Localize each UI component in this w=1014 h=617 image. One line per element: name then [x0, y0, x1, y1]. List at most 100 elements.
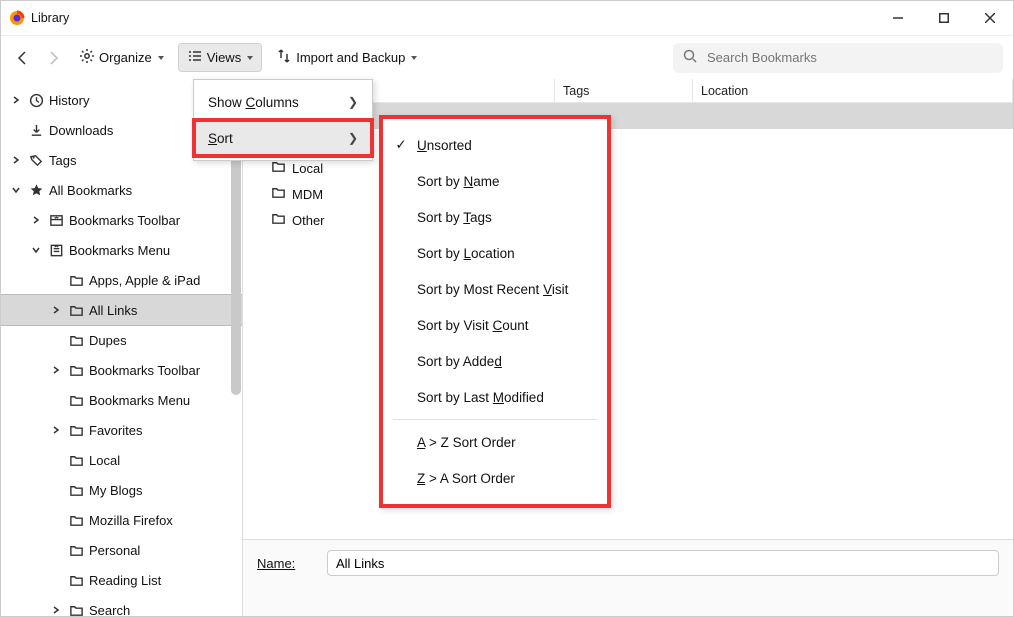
menu-show-columns[interactable]: Show Columns ❯: [194, 84, 372, 120]
chevron-right-icon[interactable]: [29, 215, 43, 225]
chevron-right-icon[interactable]: [49, 605, 63, 615]
sidebar-item[interactable]: Local: [1, 445, 242, 475]
maximize-button[interactable]: [921, 1, 967, 35]
sidebar-item[interactable]: Bookmarks Toolbar: [1, 355, 242, 385]
download-icon: [27, 123, 45, 138]
folder-icon: [67, 423, 85, 438]
sidebar-item[interactable]: Reading List: [1, 565, 242, 595]
caret-icon: [247, 56, 253, 60]
sidebar-item[interactable]: Favorites: [1, 415, 242, 445]
views-label: Views: [207, 50, 241, 65]
folder-icon: [271, 159, 286, 177]
sidebar-item[interactable]: Search: [1, 595, 242, 616]
sidebar-item[interactable]: All Bookmarks: [1, 175, 242, 205]
sort-unsorted[interactable]: ✓ Unsorted: [383, 127, 607, 163]
import-export-icon: [276, 48, 292, 67]
chevron-right-icon[interactable]: [49, 365, 63, 375]
sidebar-item-label: Apps, Apple & iPad: [89, 273, 200, 288]
search-icon: [683, 49, 697, 66]
title-left: Library: [9, 10, 69, 26]
details-name-input[interactable]: [327, 550, 999, 576]
sort-by-visit-count[interactable]: Sort by Visit Count: [383, 307, 607, 343]
sidebar-item-label: Reading List: [89, 573, 161, 588]
column-tags[interactable]: Tags: [555, 79, 693, 102]
sidebar-item[interactable]: Apps, Apple & iPad: [1, 265, 242, 295]
views-menu[interactable]: Show Columns ❯ Sort ❯: [193, 79, 373, 161]
search-input[interactable]: [705, 49, 993, 66]
chevron-right-icon[interactable]: [49, 305, 63, 315]
caret-icon: [158, 56, 164, 60]
window-controls: [875, 1, 1013, 35]
folder-icon: [67, 543, 85, 558]
chevron-right-icon[interactable]: [9, 95, 23, 105]
sort-by-location[interactable]: Sort by Location: [383, 235, 607, 271]
list-row-label: MDM: [292, 187, 323, 202]
sidebar-item-label: Bookmarks Toolbar: [89, 363, 200, 378]
sort-za[interactable]: Z > A Sort Order: [383, 460, 607, 496]
sidebar-item[interactable]: My Blogs: [1, 475, 242, 505]
sidebar-item-label: Bookmarks Toolbar: [69, 213, 180, 228]
menu-sort[interactable]: Sort ❯: [194, 120, 372, 156]
list-icon: [187, 48, 203, 67]
sidebar-item[interactable]: Mozilla Firefox: [1, 505, 242, 535]
sort-submenu[interactable]: ✓ Unsorted Sort by Name Sort by Tags Sor…: [379, 115, 611, 508]
folder-icon: [67, 273, 85, 288]
sort-by-added[interactable]: Sort by Added: [383, 343, 607, 379]
sidebar-item[interactable]: Bookmarks Menu: [1, 235, 242, 265]
search-box[interactable]: [673, 43, 1003, 73]
sidebar-item[interactable]: Dupes: [1, 325, 242, 355]
chevron-right-icon[interactable]: [9, 155, 23, 165]
sidebar-item[interactable]: Personal: [1, 535, 242, 565]
window-title: Library: [31, 11, 69, 25]
sort-by-recent-visit[interactable]: Sort by Most Recent Visit: [383, 271, 607, 307]
menu-separator: [393, 419, 597, 420]
import-backup-dropdown[interactable]: Import and Backup: [268, 44, 425, 71]
back-button[interactable]: [11, 46, 35, 70]
list-row-label: Local: [292, 161, 323, 176]
chevron-right-icon[interactable]: [49, 425, 63, 435]
folder-icon: [67, 333, 85, 348]
organize-dropdown[interactable]: Organize: [71, 44, 172, 71]
library-window: Library Organize Views: [0, 0, 1014, 617]
column-location[interactable]: Location: [693, 79, 1013, 102]
sort-az[interactable]: A > Z Sort Order: [383, 424, 607, 460]
sort-by-name[interactable]: Sort by Name: [383, 163, 607, 199]
folder-icon: [67, 393, 85, 408]
folder-icon: [67, 303, 85, 318]
list-row[interactable]: Other: [243, 207, 1013, 233]
firefox-icon: [9, 10, 25, 26]
list-row-label: Other: [292, 213, 325, 228]
chevron-down-icon[interactable]: [29, 245, 43, 255]
chevron-right-icon: ❯: [348, 95, 358, 109]
forward-button[interactable]: [41, 46, 65, 70]
sidebar-item-label: Mozilla Firefox: [89, 513, 173, 528]
chevron-down-icon[interactable]: [9, 185, 23, 195]
sidebar-item-label: My Blogs: [89, 483, 142, 498]
organize-label: Organize: [99, 50, 152, 65]
sort-by-tags[interactable]: Sort by Tags: [383, 199, 607, 235]
clock-icon: [27, 93, 45, 108]
sidebar-item-label: Personal: [89, 543, 140, 558]
check-icon: ✓: [393, 137, 409, 153]
list-area[interactable]: All LinksDupesLocalMDMOther: [243, 103, 1013, 539]
sidebar-item[interactable]: Bookmarks Toolbar: [1, 205, 242, 235]
views-dropdown[interactable]: Views: [178, 43, 262, 72]
titlebar: Library: [1, 1, 1013, 35]
folder-icon: [271, 185, 286, 203]
import-backup-label: Import and Backup: [296, 50, 405, 65]
sidebar-item-label: Search: [89, 603, 130, 617]
sidebar-item[interactable]: All Links: [1, 295, 242, 325]
list-row[interactable]: MDM: [243, 181, 1013, 207]
sidebar-item[interactable]: Bookmarks Menu: [1, 385, 242, 415]
folder-icon: [67, 453, 85, 468]
close-button[interactable]: [967, 1, 1013, 35]
minimize-button[interactable]: [875, 1, 921, 35]
folder-icon: [67, 513, 85, 528]
sidebar-item-label: Dupes: [89, 333, 127, 348]
star-fill-icon: [27, 183, 45, 198]
menu-icon: [47, 243, 65, 258]
folder-icon: [67, 603, 85, 617]
folder-icon: [271, 211, 286, 229]
sort-by-last-modified[interactable]: Sort by Last Modified: [383, 379, 607, 415]
sidebar-item-label: All Bookmarks: [49, 183, 132, 198]
